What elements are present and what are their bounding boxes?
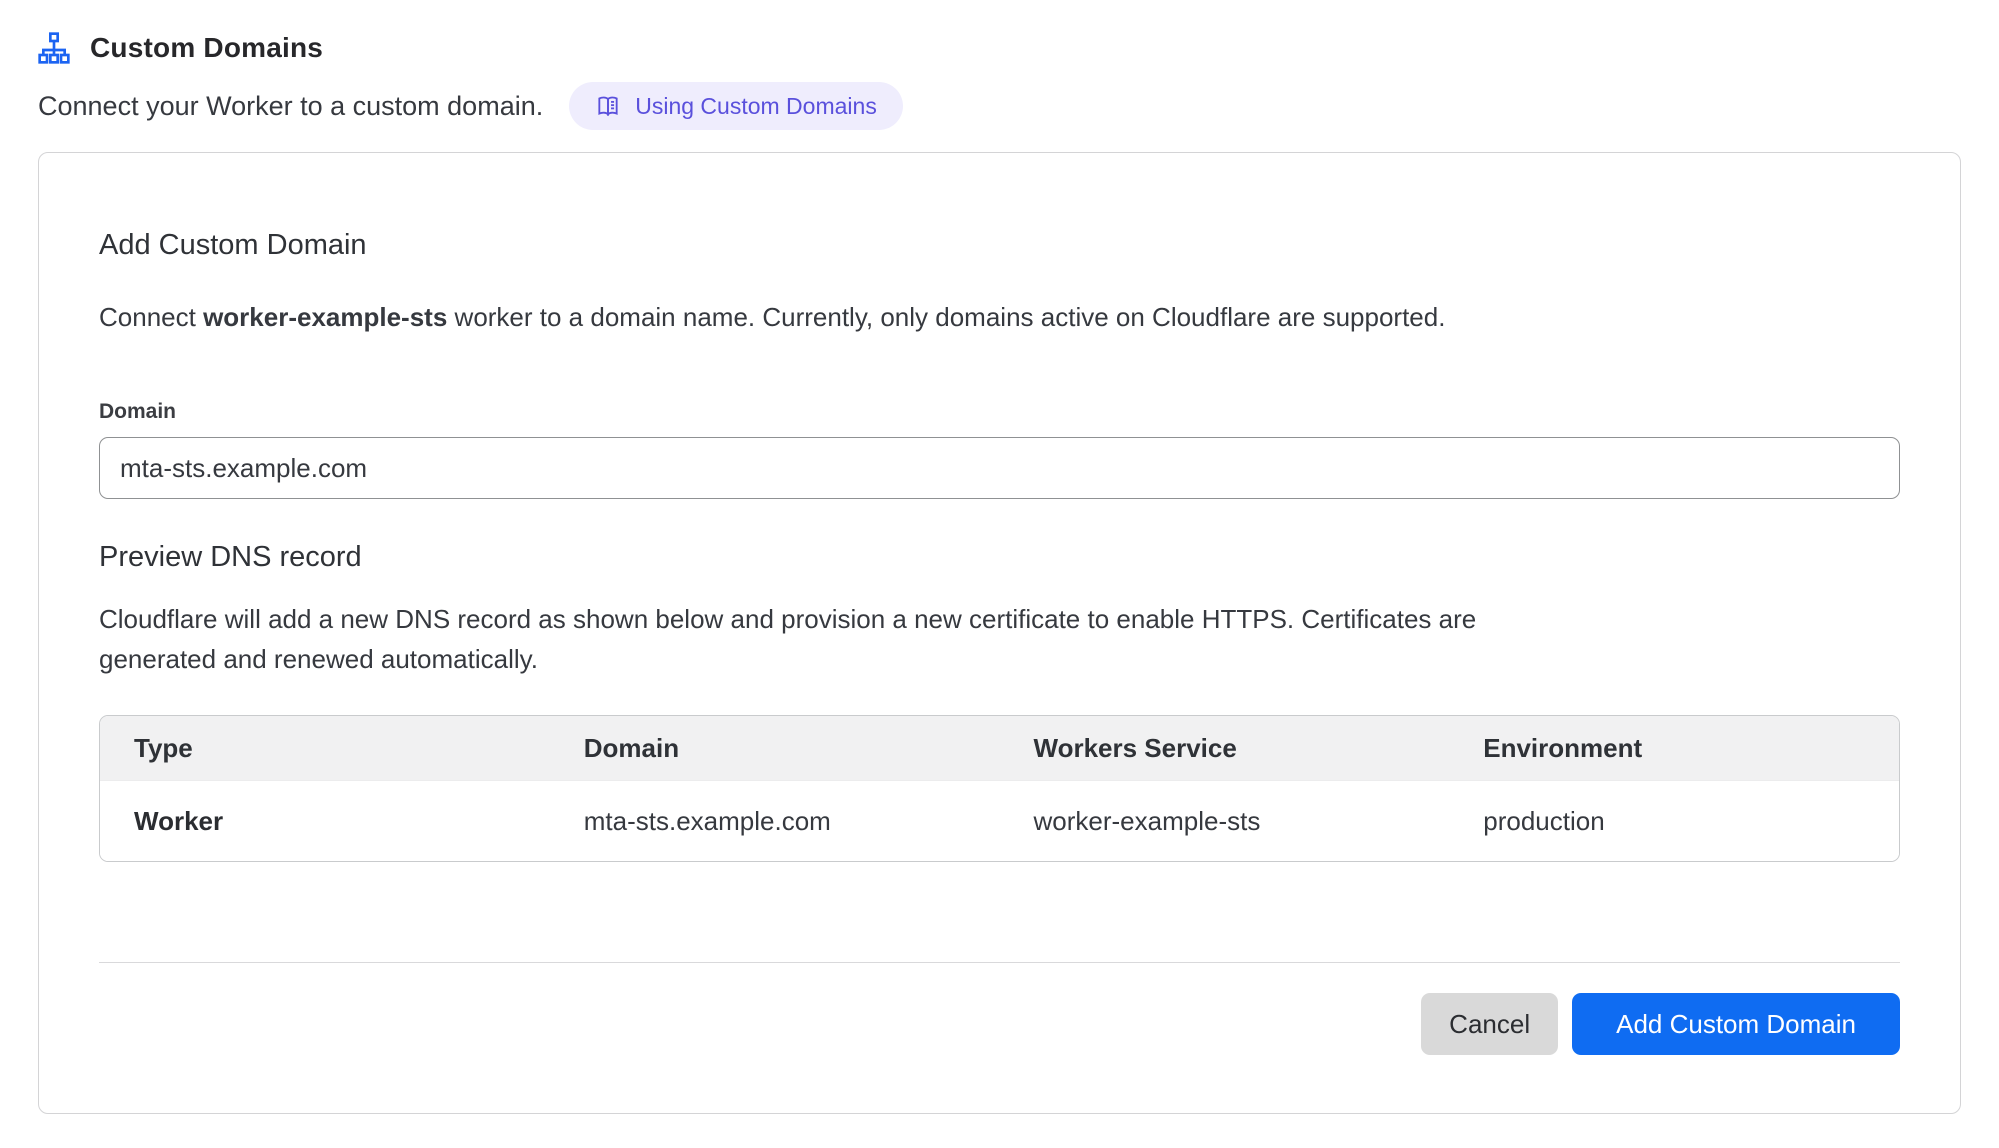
card-actions: Cancel Add Custom Domain <box>99 993 1900 1055</box>
docs-link-using-custom-domains[interactable]: Using Custom Domains <box>569 82 903 130</box>
table-row: Worker mta-sts.example.com worker-exampl… <box>100 780 1899 861</box>
preview-dns-heading: Preview DNS record <box>99 539 1900 575</box>
column-header-type: Type <box>100 716 550 780</box>
page-title: Custom Domains <box>90 32 323 64</box>
page-header: Custom Domains <box>38 28 1961 68</box>
preview-dns-description: Cloudflare will add a new DNS record as … <box>99 599 1589 679</box>
cell-workers-service: worker-example-sts <box>1000 780 1450 861</box>
add-custom-domain-card: Add Custom Domain Connect worker-example… <box>38 152 1961 1114</box>
card-heading: Add Custom Domain <box>99 227 1900 263</box>
footer-divider <box>99 962 1900 963</box>
intro-worker-name: worker-example-sts <box>203 302 447 332</box>
docs-link-label: Using Custom Domains <box>635 93 877 120</box>
cell-type: Worker <box>100 780 550 861</box>
cancel-button[interactable]: Cancel <box>1421 993 1558 1055</box>
custom-domains-page: Custom Domains Connect your Worker to a … <box>0 0 1999 1114</box>
domain-field-label: Domain <box>99 399 1900 425</box>
domain-input[interactable] <box>99 437 1900 499</box>
cell-domain: mta-sts.example.com <box>550 780 1000 861</box>
column-header-domain: Domain <box>550 716 1000 780</box>
column-header-environment: Environment <box>1449 716 1899 780</box>
cell-environment: production <box>1449 780 1899 861</box>
open-book-icon <box>595 93 621 119</box>
intro-prefix: Connect <box>99 302 203 332</box>
card-intro-text: Connect worker-example-sts worker to a d… <box>99 299 1900 335</box>
dns-preview-table: Type Domain Workers Service Environment … <box>99 715 1900 862</box>
intro-suffix: worker to a domain name. Currently, only… <box>447 302 1445 332</box>
column-header-workers-service: Workers Service <box>1000 716 1450 780</box>
page-subtitle: Connect your Worker to a custom domain. <box>38 91 543 122</box>
sitemap-icon <box>38 32 70 64</box>
page-subheader: Connect your Worker to a custom domain. … <box>38 82 1961 130</box>
table-header-row: Type Domain Workers Service Environment <box>100 716 1899 780</box>
add-custom-domain-button[interactable]: Add Custom Domain <box>1572 993 1900 1055</box>
